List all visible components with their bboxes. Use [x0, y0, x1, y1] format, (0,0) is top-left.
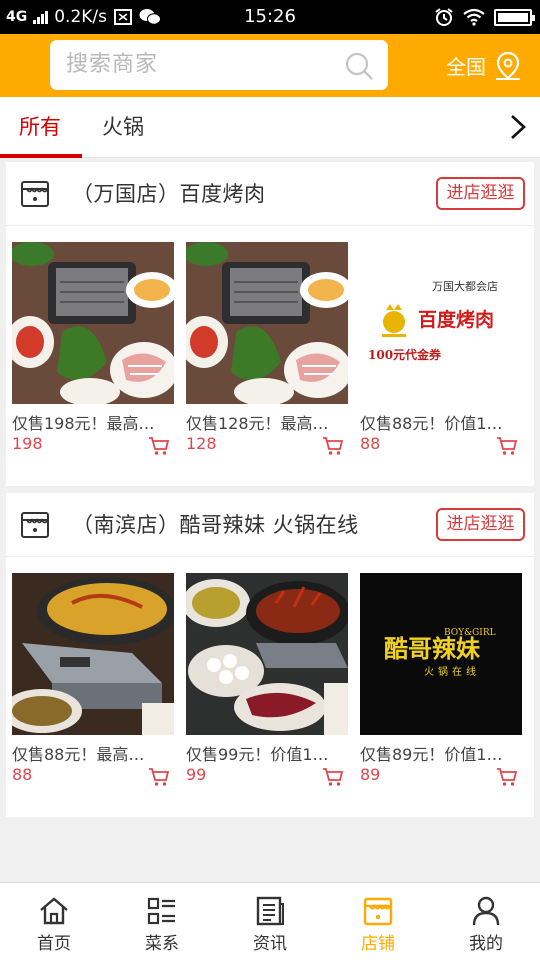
store-icon [21, 512, 49, 538]
deal-title: 仅售198元！最高… [12, 414, 155, 433]
coupon-store-text: 万国大都会店 [432, 279, 498, 293]
logo-main-text: 酷哥辣妹 [384, 635, 480, 663]
status-right [434, 0, 535, 34]
nav-cuisine[interactable]: 菜系 [108, 883, 216, 960]
tab-hotpot[interactable]: 火锅 [102, 97, 144, 157]
bbq-photo [186, 242, 348, 404]
status-bar: 4G 0.2K/s 15:26 [0, 0, 540, 34]
nav-label: 菜系 [145, 934, 179, 954]
deal-price: 89 [360, 765, 381, 784]
deal-item[interactable]: 仅售99元！价值1… 99 [186, 573, 348, 803]
deal-price: 99 [186, 765, 207, 784]
store-icon [363, 897, 393, 926]
deal-title: 仅售89元！价值1… [360, 745, 503, 764]
home-icon [40, 897, 68, 925]
nav-news[interactable]: 资讯 [216, 883, 324, 960]
cart-icon[interactable] [322, 436, 344, 456]
deal-item[interactable]: 万国大都会店 百度烤肉 100元代金券 仅售88元！价值1… 88 [360, 242, 522, 472]
alarm-icon [435, 8, 453, 26]
store-name: （南滨店）酷哥辣妹 火锅在线 [72, 513, 359, 537]
cart-icon[interactable] [322, 767, 344, 787]
brand-logo-image: 酷哥辣妹 BOY&GIRL 火锅在线 [360, 573, 522, 735]
enter-store-button[interactable]: 进店逛逛 [436, 508, 525, 541]
nav-label: 我的 [469, 934, 503, 954]
deal-item[interactable]: 酷哥辣妹 BOY&GIRL 火锅在线 仅售89元！价值1… 89 [360, 573, 522, 803]
deal-item[interactable]: 仅售198元！最高… 198 [12, 242, 174, 472]
category-list-icon [147, 897, 175, 925]
store-icon [21, 181, 49, 207]
active-tab-indicator [0, 154, 82, 158]
bottom-nav: 首页 菜系 资讯 店铺 我的 [0, 882, 540, 960]
region-label: 全国 [446, 55, 486, 79]
chevron-right-icon[interactable] [508, 113, 528, 141]
cart-icon[interactable] [496, 767, 518, 787]
region-selector[interactable]: 全国 [446, 34, 522, 97]
logo-sub-text: 火锅在线 [424, 665, 480, 678]
store-card: （南滨店）酷哥辣妹 火锅在线 进店逛逛 仅售88元！最高… 88 仅售99元！价… [6, 493, 534, 817]
nav-profile[interactable]: 我的 [432, 883, 540, 960]
logo-en-text: BOY&GIRL [444, 628, 496, 638]
user-icon [472, 896, 500, 926]
location-pin-icon [496, 51, 520, 80]
tab-all[interactable]: 所有 [19, 97, 61, 157]
store-header: （南滨店）酷哥辣妹 火锅在线 进店逛逛 [6, 493, 534, 557]
nav-home[interactable]: 首页 [0, 883, 108, 960]
hotpot-photo [12, 573, 174, 735]
search-icon[interactable] [344, 51, 374, 81]
deal-price: 198 [12, 434, 43, 453]
deal-title: 仅售128元！最高… [186, 414, 329, 433]
deal-price: 128 [186, 434, 217, 453]
deal-title: 仅售88元！最高… [12, 745, 145, 764]
cart-icon[interactable] [148, 767, 170, 787]
search-placeholder: 搜索商家 [66, 52, 159, 77]
wifi-icon [463, 8, 485, 26]
deal-item[interactable]: 仅售128元！最高… 128 [186, 242, 348, 472]
nav-label: 首页 [37, 934, 71, 954]
search-input[interactable]: 搜索商家 [50, 40, 388, 90]
cart-icon[interactable] [148, 436, 170, 456]
cart-icon[interactable] [496, 436, 518, 456]
store-header: （万国店）百度烤肉 进店逛逛 [6, 162, 534, 226]
category-tabs: 所有 火锅 [0, 97, 540, 158]
nav-label: 资讯 [253, 934, 287, 954]
store-name: （万国店）百度烤肉 [72, 182, 266, 206]
store-card: （万国店）百度烤肉 进店逛逛 仅售198元！最高… 198 仅售128元！最高…… [6, 162, 534, 486]
coupon-value-text: 100元代金券 [368, 347, 442, 362]
nav-label: 店铺 [361, 934, 395, 954]
news-icon [256, 896, 284, 926]
coupon-image: 万国大都会店 百度烤肉 100元代金券 [360, 242, 522, 404]
coupon-brand-text: 百度烤肉 [418, 308, 494, 331]
deal-title: 仅售88元！价值1… [360, 414, 503, 433]
deal-title: 仅售99元！价值1… [186, 745, 329, 764]
deal-price: 88 [360, 434, 381, 453]
deal-item[interactable]: 仅售88元！最高… 88 [12, 573, 174, 803]
hotpot-photo [186, 573, 348, 735]
bbq-photo [12, 242, 174, 404]
app-header: 搜索商家 全国 [0, 34, 540, 97]
battery-icon [494, 8, 535, 26]
deal-price: 88 [12, 765, 33, 784]
enter-store-button[interactable]: 进店逛逛 [436, 177, 525, 210]
nav-stores[interactable]: 店铺 [324, 883, 432, 960]
